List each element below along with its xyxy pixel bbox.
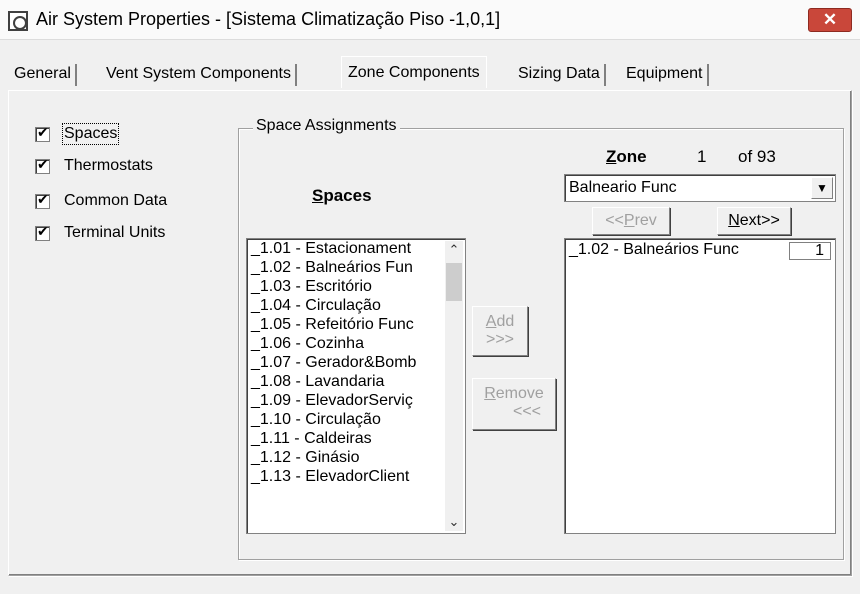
remove-button[interactable]: Remove <<< — [472, 378, 556, 430]
common-data-checkbox[interactable] — [35, 192, 50, 209]
remove-button-arrows: <<< — [512, 403, 542, 420]
thermostats-checkbox-row[interactable]: Thermostats — [35, 156, 153, 176]
terminal-units-checkbox[interactable] — [35, 224, 50, 241]
add-button-label: Add — [473, 313, 527, 331]
list-item[interactable]: _1.10 - Circulação — [247, 410, 465, 429]
common-data-checkbox-label: Common Data — [64, 192, 168, 209]
add-button[interactable]: Add >>> — [472, 306, 528, 356]
tab-sizing-data[interactable]: Sizing Data — [512, 60, 606, 88]
spaces-checkbox-label: Spaces — [61, 123, 120, 145]
zone-space-name: _1.02 - Balneários Func — [569, 241, 739, 258]
common-data-checkbox-row[interactable]: Common Data — [35, 191, 167, 211]
tab-zone-components[interactable]: Zone Components — [341, 56, 487, 88]
list-item[interactable]: _1.02 - Balneários Fun — [247, 258, 465, 277]
app-icon — [8, 11, 28, 31]
list-item[interactable]: _1.04 - Circulação — [247, 296, 465, 315]
add-button-arrows: >>> — [485, 331, 515, 348]
list-item[interactable]: _1.02 - Balneários Func 1 — [565, 239, 835, 261]
spaces-checkbox[interactable] — [35, 125, 50, 142]
remove-rest: emove — [495, 385, 544, 402]
zone-select[interactable]: Balneario Func ▼ — [564, 174, 836, 202]
spaces-heading-accel: S — [312, 186, 324, 205]
add-accel: A — [485, 313, 497, 330]
remove-button-label: Remove — [473, 385, 555, 403]
list-item[interactable]: _1.01 - Estacionament — [247, 239, 465, 258]
spaces-heading: Spaces — [312, 186, 372, 206]
terminal-units-checkbox-row[interactable]: Terminal Units — [35, 223, 165, 243]
spaces-listbox[interactable]: _1.01 - Estacionament _1.02 - Balneários… — [246, 238, 466, 534]
list-item[interactable]: _1.11 - Caldeiras — [247, 429, 465, 448]
thermostats-checkbox-label: Thermostats — [64, 157, 153, 174]
next-accel: N — [728, 212, 740, 229]
prev-button[interactable]: <<Prev — [592, 207, 670, 235]
list-item[interactable]: _1.08 - Lavandaria — [247, 372, 465, 391]
add-rest: dd — [496, 313, 515, 330]
spaces-heading-rest: paces — [323, 186, 372, 205]
remove-accel: R — [484, 385, 496, 402]
title-bar: Air System Properties - [Sistema Climati… — [0, 0, 860, 40]
tab-general[interactable]: General — [8, 60, 77, 88]
list-item[interactable]: _1.06 - Cozinha — [247, 334, 465, 353]
tab-vent-system-components[interactable]: Vent System Components — [100, 60, 297, 88]
zone-space-qty-field[interactable]: 1 — [789, 242, 831, 260]
list-item[interactable]: _1.07 - Gerador&Bomb — [247, 353, 465, 372]
list-item[interactable]: _1.03 - Escritório — [247, 277, 465, 296]
close-button[interactable]: ✕ — [808, 8, 852, 32]
prev-prefix: << — [605, 212, 624, 229]
scroll-thumb[interactable] — [446, 263, 462, 301]
list-item[interactable]: _1.09 - ElevadorServiç — [247, 391, 465, 410]
list-item[interactable]: _1.12 - Ginásio — [247, 448, 465, 467]
prev-accel: P — [623, 212, 635, 229]
tab-equipment[interactable]: Equipment — [620, 60, 709, 88]
thermostats-checkbox[interactable] — [35, 157, 50, 174]
scroll-up-icon[interactable]: ⌃ — [445, 241, 463, 259]
spaces-checkbox-row[interactable]: Spaces — [35, 123, 120, 145]
window-title: Air System Properties - [Sistema Climati… — [36, 9, 501, 29]
scroll-down-icon[interactable]: ⌄ — [445, 513, 463, 531]
prev-rest: rev — [634, 212, 657, 229]
space-assignments-legend: Space Assignments — [253, 117, 400, 135]
list-item[interactable]: _1.05 - Refeitório Func — [247, 315, 465, 334]
terminal-units-checkbox-label: Terminal Units — [64, 224, 166, 241]
spaces-scrollbar[interactable]: ⌃ ⌄ — [445, 241, 463, 531]
zone-count: of 93 — [738, 147, 776, 166]
next-button[interactable]: Next>> — [717, 207, 791, 235]
list-item[interactable]: _1.13 - ElevadorClient — [247, 467, 465, 486]
zone-spaces-listbox[interactable]: _1.02 - Balneários Func 1 — [564, 238, 836, 534]
zone-number: 1 — [697, 147, 707, 166]
zone-label: Zone — [606, 147, 647, 167]
next-rest: ext>> — [739, 212, 780, 229]
zone-select-value: Balneario Func — [569, 179, 677, 196]
zone-label-accel: Z — [606, 147, 617, 166]
zone-label-rest: one — [616, 147, 647, 166]
chevron-down-icon[interactable]: ▼ — [811, 177, 833, 199]
